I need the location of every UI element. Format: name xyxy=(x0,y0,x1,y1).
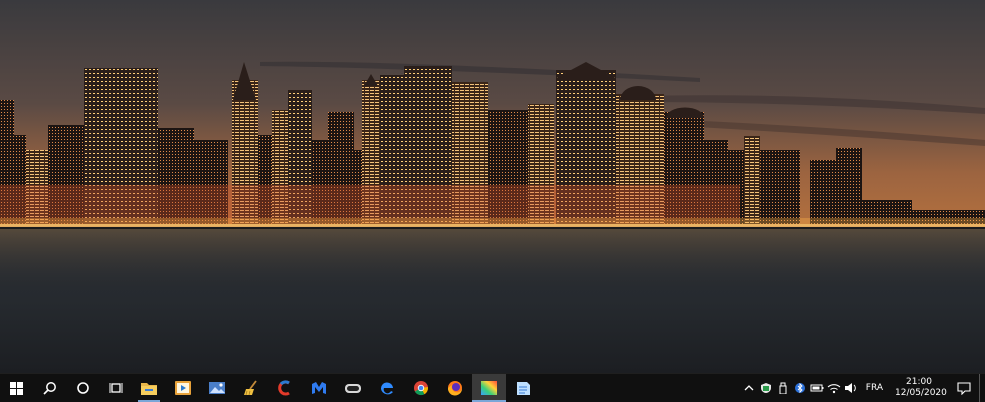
malwarebytes-icon xyxy=(312,382,326,394)
search-icon xyxy=(42,382,56,395)
tray-overflow-button[interactable] xyxy=(741,374,758,402)
notepad-icon xyxy=(517,382,530,395)
taskbar-app-file-explorer[interactable] xyxy=(132,374,166,402)
skyline-building xyxy=(810,160,836,224)
tray-battery[interactable] xyxy=(809,374,826,402)
action-center-button[interactable] xyxy=(949,374,979,402)
task-view-icon xyxy=(109,383,122,393)
notification-icon xyxy=(957,381,971,395)
taskbar-app-vr-headset[interactable] xyxy=(336,374,370,402)
clock-time: 21:00 xyxy=(906,377,932,387)
color-grid-icon xyxy=(481,381,497,395)
folder-icon xyxy=(141,383,157,395)
skyline-building xyxy=(744,136,760,224)
edge-icon xyxy=(380,382,393,395)
taskbar-app-chrome[interactable] xyxy=(404,374,438,402)
desktop-wallpaper xyxy=(0,0,985,373)
usb-icon xyxy=(779,382,787,394)
taskbar-clock[interactable]: 21:00 12/05/2020 xyxy=(889,377,949,399)
battery-icon xyxy=(810,384,824,392)
taskbar-app-photo-viewer[interactable] xyxy=(200,374,234,402)
firefox-icon xyxy=(447,381,462,396)
start-button[interactable] xyxy=(0,374,33,402)
photo-icon xyxy=(209,382,225,394)
task-view-button[interactable] xyxy=(99,374,132,402)
taskbar-app-cleaner[interactable] xyxy=(234,374,268,402)
volume-icon xyxy=(845,383,857,393)
tray-usb[interactable] xyxy=(775,374,792,402)
wallpaper-image xyxy=(0,0,985,373)
show-desktop-button[interactable] xyxy=(979,374,985,402)
input-language-indicator[interactable]: FRA xyxy=(860,374,889,402)
tray-security[interactable] xyxy=(758,374,775,402)
tray-volume[interactable] xyxy=(843,374,860,402)
taskbar-left xyxy=(0,374,540,402)
chrome-icon xyxy=(414,381,428,396)
broom-icon xyxy=(244,380,257,396)
system-tray: FRA 21:00 12/05/2020 xyxy=(741,374,985,402)
ccleaner-icon xyxy=(278,380,290,396)
skyline-building xyxy=(836,148,862,224)
taskbar-app-edge[interactable] xyxy=(370,374,404,402)
taskbar-app-firefox[interactable] xyxy=(438,374,472,402)
windows-logo-icon xyxy=(10,381,23,395)
taskbar-app-notepad[interactable] xyxy=(506,374,540,402)
tray-bluetooth[interactable] xyxy=(792,374,809,402)
chevron-up-icon xyxy=(744,385,754,391)
tray-wifi[interactable] xyxy=(826,374,843,402)
clock-date: 12/05/2020 xyxy=(895,388,947,398)
taskbar-app-paint[interactable] xyxy=(472,374,506,402)
skyline-building xyxy=(760,150,800,224)
media-player-icon xyxy=(175,381,191,395)
taskbar-app-media-player[interactable] xyxy=(166,374,200,402)
wifi-icon xyxy=(827,384,841,394)
headset-icon xyxy=(345,384,361,393)
taskbar-app-malwarebytes[interactable] xyxy=(302,374,336,402)
taskbar: FRA 21:00 12/05/2020 xyxy=(0,373,985,402)
bluetooth-icon xyxy=(795,382,806,394)
taskbar-app-ccleaner[interactable] xyxy=(268,374,302,402)
cortana-circle-icon xyxy=(76,382,89,394)
security-icon xyxy=(761,383,772,393)
cortana-button[interactable] xyxy=(66,374,99,402)
search-button[interactable] xyxy=(33,374,66,402)
